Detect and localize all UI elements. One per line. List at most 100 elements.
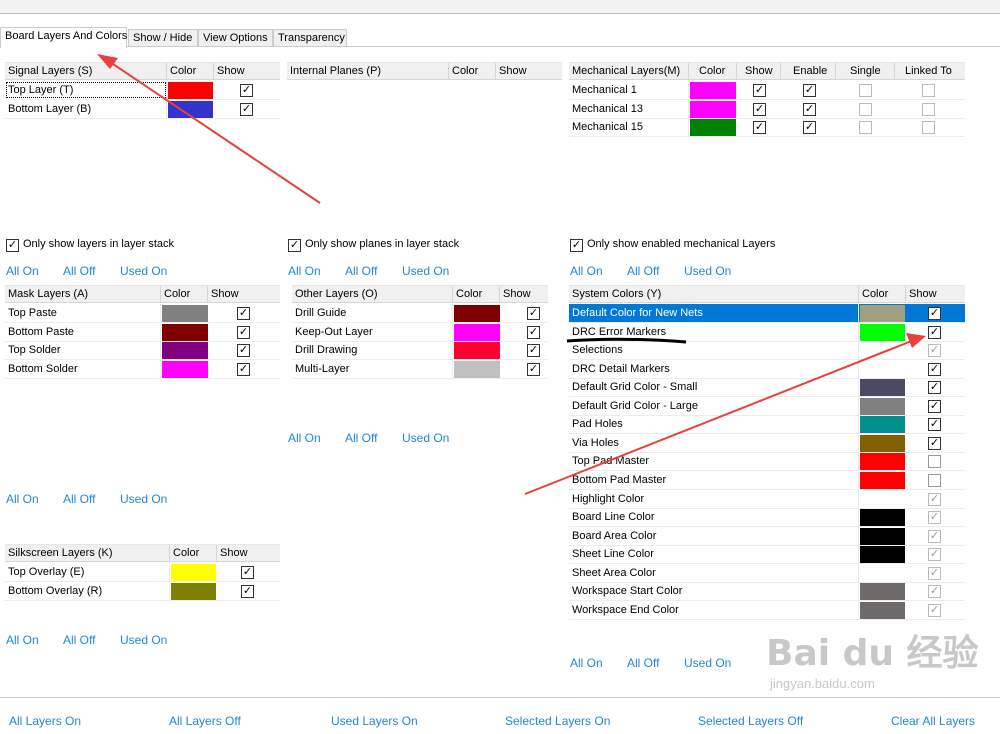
other-layer-show-checkbox[interactable]: ✓ [527,362,540,376]
silkscreen-layer-color-swatch[interactable] [171,564,216,581]
mask-layer-color-swatch[interactable] [162,342,208,359]
system-color-row[interactable]: Sheet Line Color ✓ [569,545,965,565]
mechanical-layers-column-single[interactable]: Single [836,63,895,80]
mechanical-layer-row[interactable]: Mechanical 1 ✓ ✓ [569,81,965,100]
signal-layers-column-show[interactable]: Show [214,63,280,80]
system-color-row[interactable]: Default Grid Color - Large ✓ [569,396,965,416]
system-color-row[interactable]: Board Line Color ✓ [569,508,965,528]
mechanical-layer-linked-checkbox[interactable] [922,102,935,116]
mechanical-layer-color-swatch[interactable] [690,119,736,136]
system-color-color-swatch[interactable] [860,305,905,322]
other-layer-color-swatch[interactable] [454,342,500,359]
silkscreen-layer-show-checkbox[interactable]: ✓ [241,566,254,579]
system-color-show-checkbox[interactable]: ✓ [928,436,941,450]
system-color-row[interactable]: Board Area Color ✓ [569,526,965,546]
mechanical-layer-show-checkbox[interactable]: ✓ [753,84,766,97]
used-layers-on-button[interactable]: Used Layers On [331,714,418,728]
system-color-color-swatch[interactable] [860,323,905,341]
silkscreen-used-on-link[interactable]: Used On [120,633,167,647]
mechanical-layers-column-name[interactable]: Mechanical Layers(M) [569,63,689,80]
system-color-color-swatch[interactable] [860,471,905,489]
internal-all-on-link[interactable]: All On [288,264,321,278]
other-all-on-link[interactable]: All On [288,431,321,445]
silkscreen-all-on-link[interactable]: All On [6,633,39,647]
tab-show-hide[interactable]: Show / Hide [128,29,198,47]
only-show-planes-in-stack-option[interactable]: ✓ Only show planes in layer stack [288,238,459,252]
mechanical-layer-enable-checkbox[interactable]: ✓ [803,84,816,97]
silkscreen-layer-row[interactable]: Top Overlay (E) ✓ [5,563,280,582]
system-color-color-swatch[interactable] [860,527,905,545]
other-used-on-link[interactable]: Used On [402,431,449,445]
mechanical-layer-color-swatch[interactable] [690,82,736,99]
silkscreen-layer-color-swatch[interactable] [171,583,216,600]
other-all-off-link[interactable]: All Off [345,431,377,445]
other-layer-row[interactable]: Keep-Out Layer ✓ [292,322,548,342]
signal-layer-color-swatch[interactable] [168,101,213,118]
mask-layer-show-checkbox[interactable]: ✓ [237,307,250,320]
system-color-show-checkbox[interactable] [928,455,941,469]
signal-all-off-link[interactable]: All Off [63,264,95,278]
signal-layer-row[interactable]: Top Layer (T) ✓ [5,81,280,100]
all-layers-on-button[interactable]: All Layers On [9,714,81,728]
system-color-row[interactable]: DRC Error Markers ✓ [569,322,965,342]
system-color-row[interactable]: Sheet Area Color ✓ [569,563,965,583]
signal-layer-show-checkbox[interactable]: ✓ [240,84,253,97]
system-color-row[interactable]: Via Holes ✓ [569,433,965,453]
signal-layer-color-swatch[interactable] [168,82,213,99]
system-colors-column-name[interactable]: System Colors (Y) [569,286,859,303]
system-color-color-swatch[interactable] [860,434,905,452]
mechanical-layers-column-linked-to[interactable]: Linked To [895,63,965,80]
internal-planes-column-show[interactable]: Show [496,63,562,80]
mechanical-layers-column-enable[interactable]: Enable [781,63,836,80]
clear-all-layers-button[interactable]: Clear All Layers [891,714,975,728]
mask-all-on-link[interactable]: All On [6,492,39,506]
only-show-enabled-mechanical-option[interactable]: ✓ Only show enabled mechanical Layers [570,238,775,252]
system-color-row[interactable]: Top Pad Master [569,452,965,472]
other-layer-row[interactable]: Multi-Layer ✓ [292,359,548,379]
silkscreen-layer-row[interactable]: Bottom Overlay (R) ✓ [5,582,280,601]
signal-used-on-link[interactable]: Used On [120,264,167,278]
system-all-off-link[interactable]: All Off [627,656,659,670]
mechanical-layers-column-show[interactable]: Show [737,63,781,80]
mechanical-layer-row[interactable]: Mechanical 15 ✓ ✓ [569,118,965,137]
mask-used-on-link[interactable]: Used On [120,492,167,506]
system-color-row[interactable]: Selections ✓ [569,341,965,361]
mechanical-used-on-link[interactable]: Used On [684,264,731,278]
mask-layer-color-swatch[interactable] [162,360,208,378]
mask-layer-row[interactable]: Top Solder ✓ [5,341,280,360]
signal-layer-show-checkbox[interactable]: ✓ [240,103,253,116]
mechanical-layer-linked-checkbox[interactable] [922,84,935,97]
mechanical-all-off-link[interactable]: All Off [627,264,659,278]
only-show-enabled-mechanical-checkbox[interactable]: ✓ [570,239,583,252]
mask-layers-column-name[interactable]: Mask Layers (A) [5,286,161,303]
mechanical-layer-single-checkbox[interactable] [859,121,872,134]
mechanical-all-on-link[interactable]: All On [570,264,603,278]
system-color-row[interactable]: Workspace Start Color ✓ [569,582,965,602]
signal-layer-row[interactable]: Bottom Layer (B) ✓ [5,100,280,119]
other-layer-color-swatch[interactable] [454,360,500,378]
silkscreen-layer-show-checkbox[interactable]: ✓ [241,585,254,598]
system-color-color-swatch[interactable] [860,453,905,471]
system-color-row[interactable]: Bottom Pad Master [569,470,965,490]
silkscreen-layers-column-show[interactable]: Show [217,545,280,562]
system-color-show-checkbox[interactable]: ✓ [928,362,941,376]
mask-layers-column-show[interactable]: Show [208,286,280,303]
selected-layers-on-button[interactable]: Selected Layers On [505,714,610,728]
system-color-row[interactable]: DRC Detail Markers ✓ [569,359,965,379]
mask-layer-row[interactable]: Bottom Paste ✓ [5,322,280,342]
system-all-on-link[interactable]: All On [570,656,603,670]
mechanical-layer-enable-checkbox[interactable]: ✓ [803,121,816,134]
system-color-show-checkbox[interactable]: ✓ [928,399,941,413]
tab-transparency[interactable]: Transparency [273,29,347,47]
mask-layer-row[interactable]: Bottom Solder ✓ [5,359,280,379]
tab-view-options[interactable]: View Options [198,29,273,47]
other-layers-column-show[interactable]: Show [500,286,548,303]
system-color-row[interactable]: Default Color for New Nets ✓ [569,304,965,323]
mechanical-layer-show-checkbox[interactable]: ✓ [753,102,766,116]
signal-layers-column-name[interactable]: Signal Layers (S) [5,63,167,80]
internal-all-off-link[interactable]: All Off [345,264,377,278]
system-color-color-swatch[interactable] [860,416,905,434]
system-colors-column-color[interactable]: Color [859,286,906,303]
selected-layers-off-button[interactable]: Selected Layers Off [698,714,803,728]
system-color-row[interactable]: Default Grid Color - Small ✓ [569,378,965,398]
